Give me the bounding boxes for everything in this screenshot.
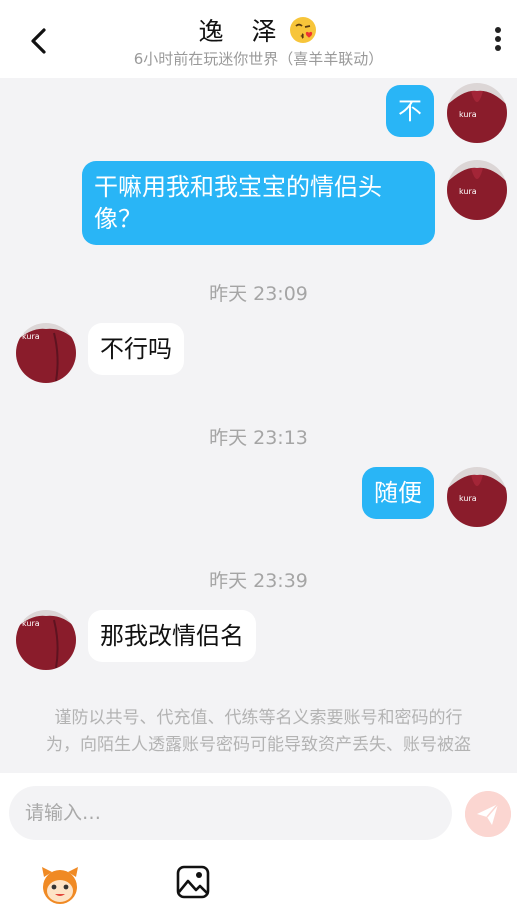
- contact-avatar[interactable]: kura: [16, 610, 76, 670]
- incoming-message[interactable]: 那我改情侣名: [88, 610, 256, 662]
- outgoing-message[interactable]: 随便: [362, 467, 434, 519]
- incoming-message[interactable]: 不行吗: [88, 323, 184, 375]
- outgoing-message[interactable]: 不: [386, 85, 434, 137]
- svg-text:kura: kura: [459, 110, 477, 119]
- timestamp: 昨天 23:09: [209, 283, 308, 305]
- svg-text:kura: kura: [459, 494, 477, 503]
- image-picker-icon[interactable]: [176, 865, 210, 899]
- security-notice: 谨防以共号、代充值、代练等名义索要账号和密码的行为，向陌生人透露账号密码可能导致…: [46, 708, 471, 755]
- online-status: 6小时前在玩迷你世界（喜羊羊联动）: [133, 50, 384, 68]
- kiss-emoji-icon: [290, 17, 317, 43]
- my-avatar[interactable]: kura: [447, 83, 507, 143]
- send-button[interactable]: [465, 791, 511, 837]
- timestamp: 昨天 23:39: [209, 570, 308, 592]
- svg-text:kura: kura: [459, 187, 477, 196]
- my-avatar[interactable]: kura: [447, 160, 507, 220]
- chat-input-bar: 请输入…: [0, 773, 517, 920]
- contact-name: 逸 泽: [199, 12, 319, 48]
- timestamp: 昨天 23:13: [209, 427, 308, 449]
- chat-header: 逸 泽 6小时前在玩迷你世界（喜羊羊联动）: [0, 0, 517, 78]
- more-options-icon[interactable]: [493, 27, 503, 55]
- message-list[interactable]: 不 kura 干嘛用我和我宝宝的情侣头像？ kura 昨天 23:09 kura…: [0, 78, 517, 773]
- svg-text:kura: kura: [22, 332, 40, 341]
- contact-avatar[interactable]: kura: [16, 323, 76, 383]
- emoji-button-icon[interactable]: [38, 863, 82, 907]
- my-avatar[interactable]: kura: [447, 467, 507, 527]
- svg-text:kura: kura: [22, 619, 40, 628]
- message-input[interactable]: 请输入…: [9, 786, 452, 840]
- outgoing-message[interactable]: 干嘛用我和我宝宝的情侣头像？: [82, 161, 435, 245]
